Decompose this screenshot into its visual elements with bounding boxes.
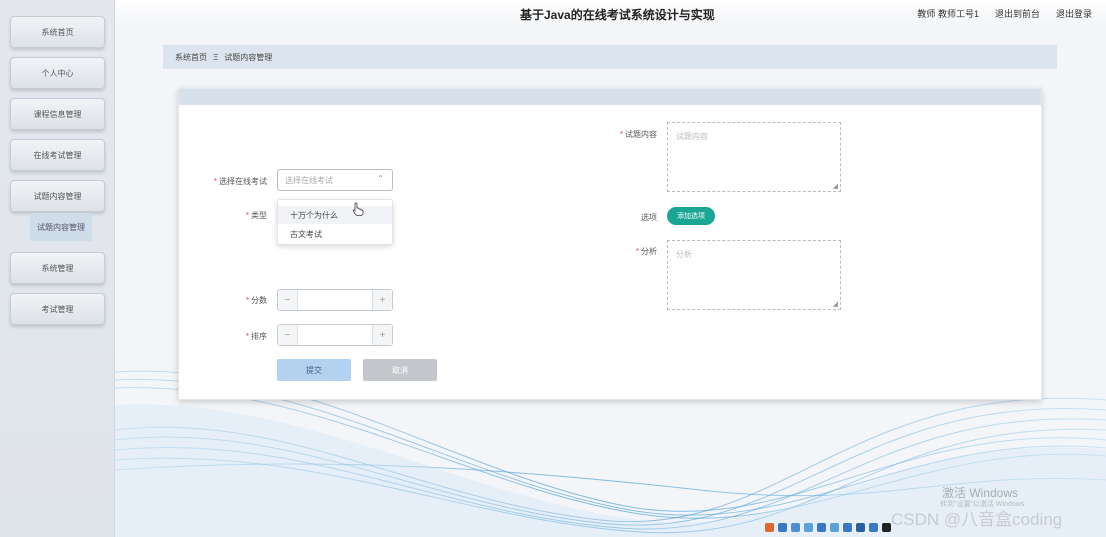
required-mark: * bbox=[245, 211, 249, 220]
submit-button[interactable]: 提交 bbox=[277, 359, 351, 381]
order-decrement-button[interactable]: − bbox=[278, 325, 298, 345]
exam-dropdown-list: 十万个为什么 古文考试 bbox=[277, 199, 393, 245]
csdn-watermark: CSDN @八音盒coding bbox=[891, 510, 1063, 529]
required-mark: * bbox=[635, 247, 639, 256]
ime-moon-icon[interactable] bbox=[791, 523, 800, 532]
score-stepper: − + bbox=[277, 289, 393, 311]
user-info: 教师 教师工号1 bbox=[917, 7, 979, 20]
analysis-textarea[interactable]: 分析 ◢ bbox=[667, 240, 841, 310]
question-form-card: * 选择在线考试 选择在线考试 ⌃ * 类型 十万个为什么 古文考试 * 分数 − +… bbox=[178, 88, 1042, 400]
breadcrumb-separator: Ξ bbox=[213, 52, 219, 62]
ime-logo-icon[interactable] bbox=[765, 523, 774, 532]
ime-punct-icon[interactable] bbox=[804, 523, 813, 532]
score-decrement-button[interactable]: − bbox=[278, 290, 298, 310]
order-increment-button[interactable]: + bbox=[372, 325, 392, 345]
sidebar-item-online-exam[interactable]: 在线考试管理 bbox=[10, 139, 105, 171]
required-mark: * bbox=[213, 177, 217, 186]
exam-select-label: * 选择在线考试 bbox=[213, 177, 267, 186]
breadcrumb: 系统首页 Ξ 试题内容管理 bbox=[163, 45, 1057, 69]
ime-settings-icon[interactable] bbox=[869, 523, 878, 532]
site-title: 基于Java的在线考试系统设计与实现 bbox=[520, 8, 715, 22]
chevron-up-icon: ⌃ bbox=[377, 174, 384, 183]
content-placeholder: 试题内容 bbox=[676, 132, 708, 141]
header-user-area: 教师 教师工号1 退出到前台 退出登录 bbox=[917, 7, 1092, 20]
breadcrumb-home[interactable]: 系统首页 bbox=[175, 52, 207, 63]
order-input[interactable] bbox=[300, 327, 370, 343]
required-mark: * bbox=[619, 130, 623, 139]
dropdown-option[interactable]: 古文考试 bbox=[278, 225, 392, 243]
analysis-placeholder: 分析 bbox=[676, 250, 692, 259]
card-header-bar bbox=[179, 89, 1041, 105]
ime-person-icon[interactable] bbox=[830, 523, 839, 532]
hand-cursor-icon bbox=[352, 202, 364, 216]
user-name: 教师工号1 bbox=[937, 9, 979, 19]
exam-select[interactable]: 选择在线考试 ⌃ bbox=[277, 169, 393, 191]
type-label: * 类型 bbox=[245, 211, 267, 220]
content-label: * 试题内容 bbox=[619, 130, 657, 139]
ime-shirt-icon[interactable] bbox=[856, 523, 865, 532]
sidebar-item-system[interactable]: 系统管理 bbox=[10, 252, 105, 284]
sidebar-item-exam-manage[interactable]: 考试管理 bbox=[10, 293, 105, 325]
sidebar-subitem-question[interactable]: 试题内容管理 bbox=[30, 213, 92, 241]
analysis-label: * 分析 bbox=[635, 247, 657, 256]
sidebar: 系统首页 个人中心 课程信息管理 在线考试管理 试题内容管理 试题内容管理 系统… bbox=[0, 0, 115, 537]
logout-link[interactable]: 退出登录 bbox=[1056, 7, 1092, 20]
ime-toolbar bbox=[765, 523, 891, 535]
score-label: * 分数 bbox=[245, 296, 267, 305]
dropdown-option[interactable]: 十万个为什么 bbox=[278, 206, 392, 224]
goto-front-link[interactable]: 退出到前台 bbox=[995, 7, 1040, 20]
sidebar-item-profile[interactable]: 个人中心 bbox=[10, 57, 105, 89]
ime-tiktok-icon[interactable] bbox=[882, 523, 891, 532]
content-textarea[interactable]: 试题内容 ◢ bbox=[667, 122, 841, 192]
top-header: 基于Java的在线考试系统设计与实现 教师 教师工号1 退出到前台 退出登录 bbox=[115, 0, 1106, 30]
options-label: 选项 bbox=[641, 213, 657, 222]
ime-keyboard-icon[interactable] bbox=[817, 523, 826, 532]
sidebar-item-course[interactable]: 课程信息管理 bbox=[10, 98, 105, 130]
breadcrumb-current: 试题内容管理 bbox=[224, 52, 273, 62]
resize-grip-icon[interactable]: ◢ bbox=[833, 300, 838, 308]
score-input[interactable] bbox=[300, 292, 370, 308]
required-mark: * bbox=[245, 296, 249, 305]
order-label: * 排序 bbox=[245, 332, 267, 341]
ime-language-icon[interactable] bbox=[778, 523, 787, 532]
sidebar-item-home[interactable]: 系统首页 bbox=[10, 16, 105, 48]
cancel-button[interactable]: 取消 bbox=[363, 359, 437, 381]
ime-grid-icon[interactable] bbox=[843, 523, 852, 532]
add-option-button[interactable]: 添加选项 bbox=[667, 207, 715, 225]
sidebar-item-question[interactable]: 试题内容管理 bbox=[10, 180, 105, 212]
score-increment-button[interactable]: + bbox=[372, 290, 392, 310]
required-mark: * bbox=[245, 332, 249, 341]
exam-select-placeholder: 选择在线考试 bbox=[285, 175, 333, 185]
order-stepper: − + bbox=[277, 324, 393, 346]
user-role: 教师 bbox=[917, 9, 936, 19]
resize-grip-icon[interactable]: ◢ bbox=[833, 182, 838, 190]
